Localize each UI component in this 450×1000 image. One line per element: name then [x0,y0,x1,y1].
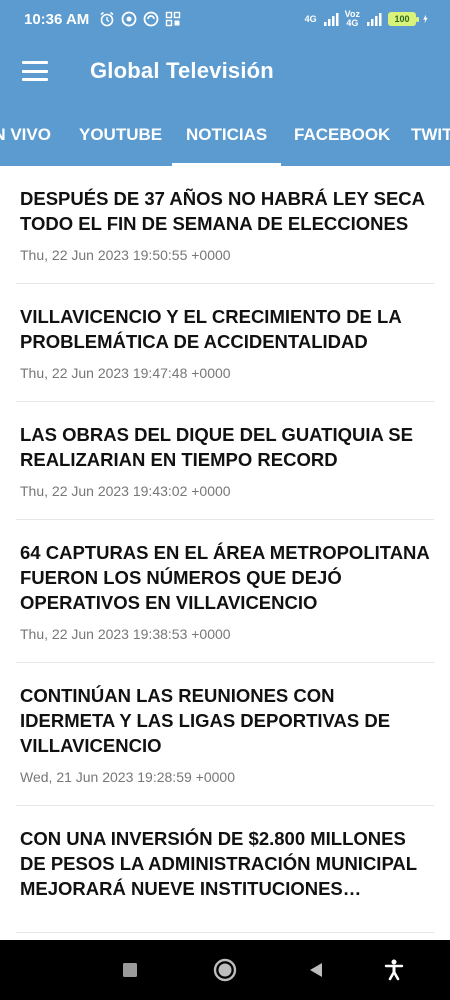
news-title: DESPUÉS DE 37 AÑOS NO HABRÁ LEY SECA TOD… [20,188,425,234]
tab-facebook[interactable]: FACEBOOK [294,104,390,166]
charging-bolt-icon [423,14,428,24]
news-item[interactable]: VILLAVICENCIO Y EL CRECIMIENTO DE LA PRO… [16,284,434,402]
news-title: CON UNA INVERSIÓN DE $2.800 MILLONES DE … [20,828,417,899]
news-date: Wed, 21 Jun 2023 19:28:59 +0000 [20,769,235,785]
grid-notification-icon [166,11,181,27]
news-item[interactable]: DESPUÉS DE 37 AÑOS NO HABRÁ LEY SECA TOD… [16,166,434,284]
battery-level: 100 [394,14,410,24]
status-time: 10:36 AM [24,10,90,28]
signal-icon [323,13,339,26]
news-item[interactable]: 64 CAPTURAS EN EL ÁREA METROPOLITANA FUE… [16,520,434,663]
network-label-bottom: 4G [346,18,359,28]
news-item[interactable]: CON UNA INVERSIÓN DE $2.800 MILLONES DE … [16,806,434,933]
news-date: Thu, 22 Jun 2023 19:50:55 +0000 [20,247,231,263]
news-list[interactable]: DESPUÉS DE 37 AÑOS NO HABRÁ LEY SECA TOD… [0,166,450,940]
accessibility-icon [384,959,404,981]
app-notification-icon-2 [143,11,159,27]
hamburger-icon[interactable] [22,61,48,81]
square-icon [123,963,137,977]
accessibility-button[interactable] [364,940,424,1000]
news-date: Thu, 22 Jun 2023 19:38:53 +0000 [20,626,231,642]
tab-en-vivo[interactable]: EN VIVO [0,104,51,166]
status-notification-icons [99,11,181,27]
news-title: CONTINÚAN LAS REUNIONES CON IDERMETA Y L… [20,685,391,756]
app-bar: Global Televisión [0,38,450,104]
news-title: 64 CAPTURAS EN EL ÁREA METROPOLITANA FUE… [20,542,430,613]
system-nav-bar [0,940,450,1000]
tab-youtube[interactable]: YOUTUBE [79,104,162,166]
recents-button[interactable] [100,940,160,1000]
status-bar: 10:36 AM 4G Voz 4G 100 [0,0,450,38]
news-date [20,912,430,932]
news-date: Thu, 22 Jun 2023 19:47:48 +0000 [20,365,231,381]
status-system-icons: 4G Voz 4G 100 [305,10,432,28]
home-button[interactable] [195,940,255,1000]
back-button[interactable] [286,940,346,1000]
news-date: Thu, 22 Jun 2023 19:43:02 +0000 [20,483,231,499]
network-label: Voz 4G [345,10,360,28]
signal-label: 4G [304,13,317,24]
battery-icon: 100 [388,12,419,26]
app-notification-icon [121,11,137,27]
news-item[interactable]: LAS OBRAS DEL DIQUE DEL GUATIQUIA SE REA… [16,402,434,520]
alarm-icon [100,11,114,27]
news-title: LAS OBRAS DEL DIQUE DEL GUATIQUIA SE REA… [20,424,413,470]
news-item[interactable]: CONTINÚAN LAS REUNIONES CON IDERMETA Y L… [16,663,434,806]
signal-icon-2 [367,13,382,26]
app-title: Global Televisión [90,58,274,83]
tab-twitter[interactable]: TWITTER [411,104,450,166]
news-title: VILLAVICENCIO Y EL CRECIMIENTO DE LA PRO… [20,306,402,352]
circle-icon [213,958,237,982]
tab-bar: EN VIVO YOUTUBE NOTICIAS FACEBOOK TWITTE… [0,104,450,166]
tab-noticias[interactable]: NOTICIAS [171,104,282,166]
triangle-back-icon [310,963,322,977]
